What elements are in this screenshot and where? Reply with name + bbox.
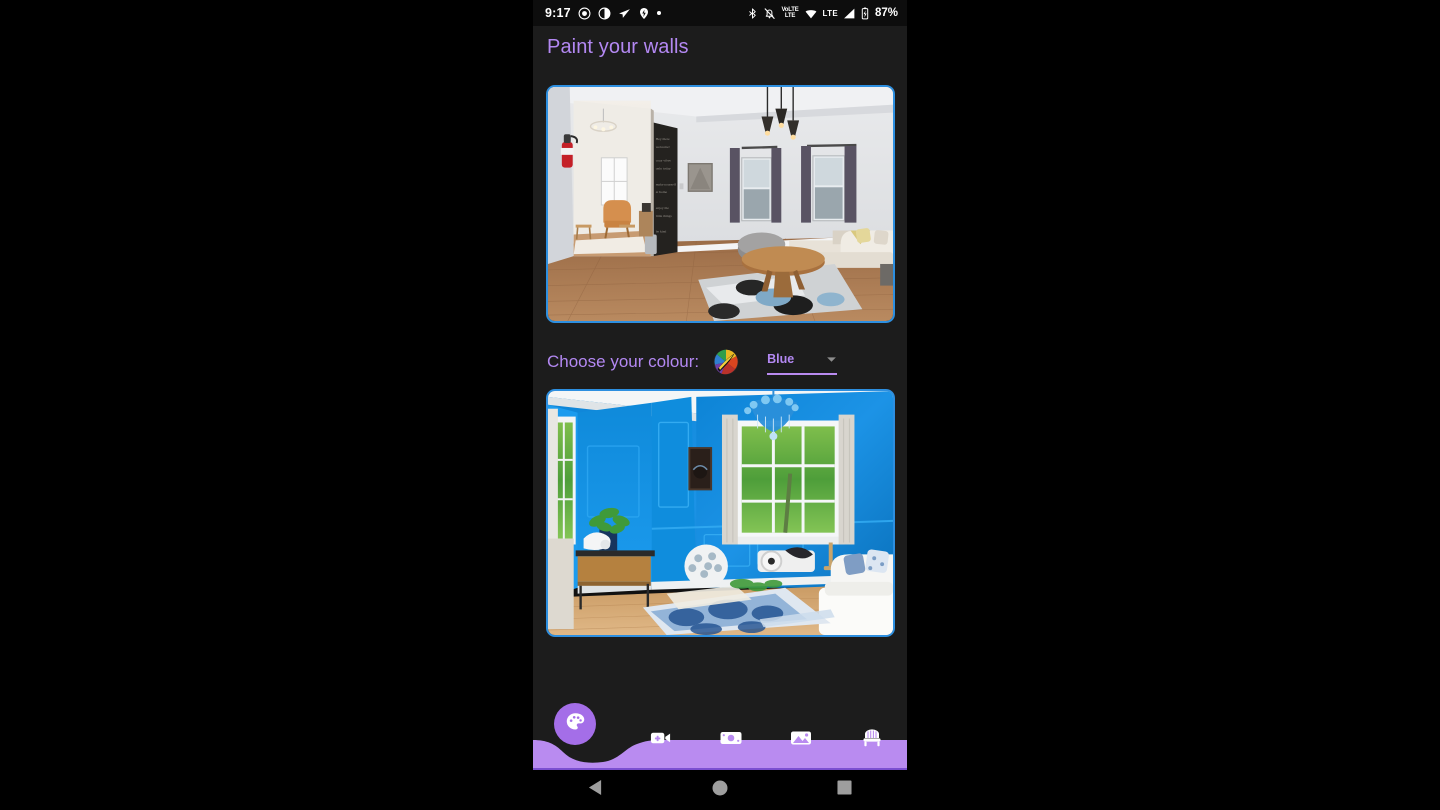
send-paper-plane-icon (618, 7, 631, 20)
battery-percent: 87% (874, 7, 898, 19)
svg-text:at home: at home (656, 190, 668, 194)
money-banknote-icon (719, 726, 743, 755)
small-dot-icon (656, 11, 661, 15)
colour-dropdown[interactable]: Blue (767, 350, 838, 375)
brightness-contrast-icon (598, 7, 611, 20)
home-button[interactable] (675, 780, 765, 801)
original-room-photo[interactable]: Hey there welcome! cozy vibes only today m… (546, 85, 895, 323)
palette-icon (565, 711, 586, 737)
signal-bars-icon (843, 7, 856, 20)
video-camera-add-icon (649, 726, 672, 754)
screenshot-stage: 9:17 VoLTE LTE LTE 87% Paint your walls … (0, 0, 1440, 810)
back-triangle-icon (588, 779, 603, 801)
svg-text:make yourself: make yourself (656, 182, 677, 186)
colour-dropdown-value: Blue (767, 351, 795, 366)
status-time: 9:17 (545, 6, 571, 20)
record-circle-icon (578, 7, 591, 20)
chevron-down-icon (826, 350, 837, 368)
nav-gallery[interactable] (766, 718, 837, 762)
svg-text:welcome!: welcome! (656, 145, 670, 149)
lte-icon: LTE (822, 8, 838, 18)
image-picture-icon (789, 726, 813, 755)
original-room-illustration: Hey there welcome! cozy vibes only today m… (548, 87, 893, 321)
colour-chooser-label: Choose your colour: (547, 352, 700, 371)
svg-text:enjoy the: enjoy the (656, 206, 670, 210)
system-navigation-bar (533, 768, 907, 810)
svg-text:little things: little things (656, 214, 673, 218)
painted-room-preview[interactable] (546, 389, 895, 637)
page-title: Paint your walls (547, 36, 689, 58)
back-button[interactable] (550, 779, 640, 801)
bottom-navigation (533, 700, 907, 768)
nav-budget[interactable] (696, 718, 767, 762)
nav-items (625, 716, 907, 764)
recents-square-icon (837, 780, 852, 800)
bluetooth-icon (747, 7, 758, 20)
phone-screen: 9:17 VoLTE LTE LTE 87% Paint your walls … (533, 0, 907, 810)
palette-button[interactable] (554, 703, 596, 745)
recents-button[interactable] (800, 780, 890, 800)
volte-icon: VoLTE LTE (781, 7, 798, 19)
volte-bottom-label: LTE (784, 13, 796, 19)
chair-furniture-icon (860, 726, 884, 755)
wifi-icon (804, 7, 818, 20)
painted-room-illustration (548, 391, 893, 635)
svg-text:cozy vibes: cozy vibes (656, 159, 672, 163)
status-bar: 9:17 VoLTE LTE LTE 87% (533, 0, 907, 26)
svg-text:be kind: be kind (656, 230, 667, 234)
location-pin-icon (638, 7, 650, 20)
status-bar-left: 9:17 (545, 6, 661, 20)
home-circle-icon (712, 780, 728, 801)
notifications-muted-icon (763, 7, 776, 20)
svg-text:only today: only today (656, 167, 671, 171)
battery-icon (861, 7, 869, 20)
svg-text:Hey there: Hey there (656, 137, 670, 141)
colour-wheel-icon[interactable] (713, 349, 739, 375)
colour-chooser-row: Choose your colour: Blue (547, 345, 895, 379)
nav-furniture[interactable] (837, 718, 908, 762)
status-bar-right: VoLTE LTE LTE 87% (747, 7, 898, 20)
nav-video[interactable] (625, 718, 696, 762)
